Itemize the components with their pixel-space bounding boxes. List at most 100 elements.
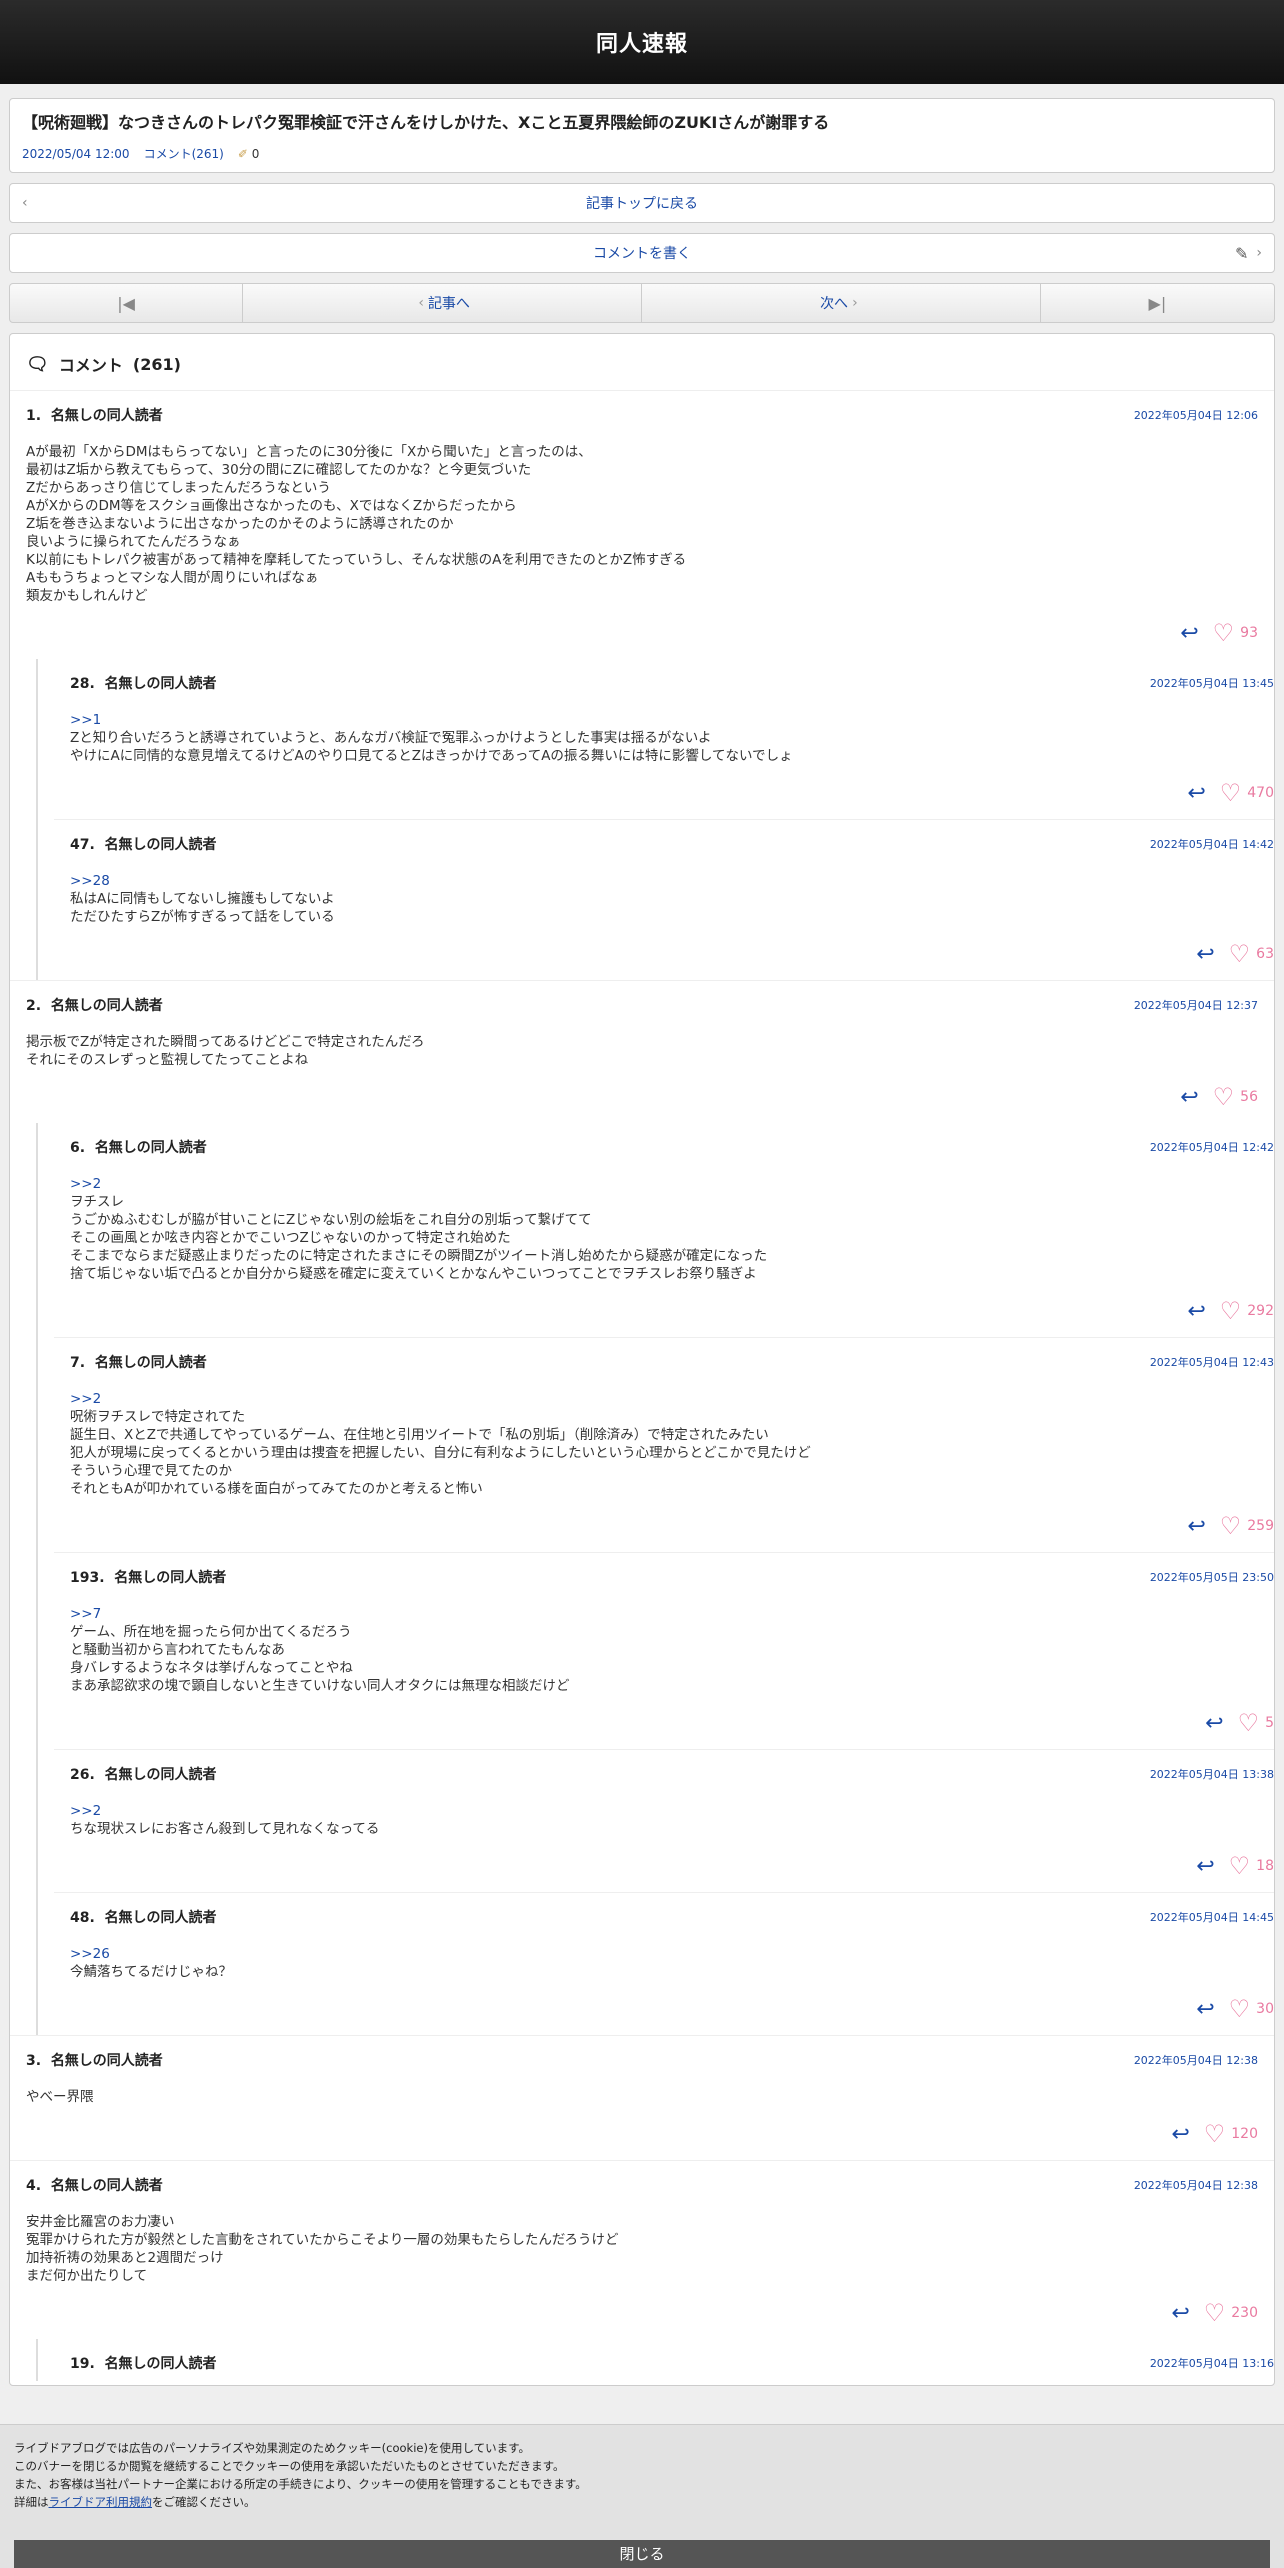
comment-body: 掲示板でZが特定された瞬間ってあるけどどこで特定されたんだろ それにそのスレずっ… — [26, 1034, 425, 1068]
reply-icon[interactable]: ↩ — [1180, 1085, 1198, 1110]
reply-icon[interactable]: ↩ — [1196, 1997, 1214, 2022]
comment-date: 2022年05月04日 13:45 — [1149, 677, 1274, 690]
prev-article-button[interactable]: ‹ 記事へ — [243, 284, 642, 322]
reply-icon[interactable]: ↩ — [1187, 781, 1205, 806]
like-button[interactable]: ♡ 470 — [1220, 779, 1274, 807]
heart-icon: ♡ — [1203, 2120, 1226, 2148]
comment: 47. 名無しの同人読者 2022年05月04日 14:42 >>28 私はAに同… — [54, 819, 1274, 980]
reply-icon[interactable]: ↩ — [1180, 621, 1198, 646]
like-count: 5 — [1265, 1715, 1274, 1731]
like-button[interactable]: ♡ 259 — [1220, 1512, 1274, 1540]
comment: 26. 名無しの同人読者 2022年05月04日 13:38 >>2 ちな現状スレ… — [54, 1749, 1274, 1892]
reply-icon[interactable]: ↩ — [1171, 2122, 1189, 2147]
reply-icon[interactable]: ↩ — [1187, 1299, 1205, 1324]
reply-icon[interactable]: ↩ — [1205, 1711, 1223, 1736]
comment: 28. 名無しの同人読者 2022年05月04日 13:45 >>1 Zと知り合い… — [54, 659, 1274, 819]
like-count: 470 — [1247, 785, 1274, 801]
like-count: 292 — [1247, 1303, 1274, 1319]
comment-number-name: 6. 名無しの同人読者 — [70, 1140, 207, 1156]
back-to-top-button[interactable]: ‹ 記事トップに戻る — [9, 183, 1275, 223]
comment: 4. 名無しの同人読者 2022年05月04日 12:38 安井金比羅宮のお力凄… — [10, 2160, 1274, 2339]
comment-number-name: 193. 名無しの同人読者 — [70, 1570, 227, 1586]
reply-icon[interactable]: ↩ — [1196, 1854, 1214, 1879]
first-page-button[interactable]: |◀ — [10, 284, 244, 322]
reply-anchor-link[interactable]: >>2 — [70, 1175, 1274, 1193]
like-count: 56 — [1240, 1089, 1258, 1105]
reply-icon[interactable]: ↩ — [1171, 2301, 1189, 2326]
write-comment-label: コメントを書く — [593, 246, 691, 262]
reply-anchor-link[interactable]: >>28 — [70, 872, 1274, 890]
heart-icon: ♡ — [1212, 619, 1235, 647]
like-button[interactable]: ♡ 230 — [1204, 2299, 1258, 2327]
comment-body: >>2 呪術ヲチスレで特定されてた 誕生日、XとZで共通してやっているゲーム、在住… — [70, 1390, 1274, 1498]
comment-count-link[interactable]: コメント(261) — [144, 145, 224, 162]
comment-number-name: 4. 名無しの同人読者 — [26, 2178, 163, 2194]
like-button[interactable]: ♡ 292 — [1220, 1297, 1274, 1325]
cookie-text-line: このバナーを閉じるか閲覧を継続することでクッキーの使用を承認いただいたものとさせ… — [14, 2459, 565, 2473]
heart-icon: ♡ — [1237, 1709, 1260, 1737]
reply-icon[interactable]: ↩ — [1187, 1514, 1205, 1539]
like-button[interactable]: ♡ 5 — [1238, 1709, 1274, 1737]
chevron-right-icon: › — [852, 295, 858, 311]
last-page-button[interactable]: ▶| — [1041, 284, 1274, 322]
first-page-icon: |◀ — [117, 293, 135, 313]
site-title[interactable]: 同人速報 — [596, 26, 688, 58]
comment-number-name: 2. 名無しの同人読者 — [26, 998, 163, 1014]
like-count: 230 — [1231, 2305, 1258, 2321]
reply-anchor-link[interactable]: >>7 — [70, 1605, 1274, 1623]
comment-body: Aが最初「XからDMはもらってない」と言ったのに30分後に「Xから聞いた」と言っ… — [26, 444, 687, 604]
comment-body: >>7 ゲーム、所在地を掘ったら何か出てくるだろう と騒動当初から言われてたもんな… — [70, 1605, 1274, 1695]
comment: 48. 名無しの同人読者 2022年05月04日 14:45 >>26 今鯖落ちて… — [54, 1892, 1274, 2035]
terms-link[interactable]: ライブドア利用規約 — [49, 2495, 153, 2509]
reply-thread: 6. 名無しの同人読者 2022年05月04日 12:42 >>2 ヲチスレ うご… — [36, 1123, 1274, 2035]
comment: 193. 名無しの同人読者 2022年05月05日 23:50 >>7 ゲーム、所… — [54, 1552, 1274, 1749]
next-article-button[interactable]: 次へ › — [642, 284, 1041, 322]
like-button[interactable]: ♡ 18 — [1229, 1852, 1274, 1880]
heart-icon: ♡ — [1212, 1083, 1235, 1111]
back-to-top-label: 記事トップに戻る — [586, 196, 698, 212]
comment: 7. 名無しの同人読者 2022年05月04日 12:43 >>2 呪術ヲチスレで… — [54, 1337, 1274, 1552]
article-date: 2022/05/04 12:00 — [22, 146, 130, 161]
comment-number-name: 19. 名無しの同人読者 — [70, 2356, 217, 2372]
like-count: 259 — [1247, 1518, 1274, 1534]
cookie-close-button[interactable]: 閉じる — [14, 2540, 1270, 2568]
like-button[interactable]: ♡ 120 — [1204, 2120, 1258, 2148]
heart-icon: ♡ — [1219, 1512, 1242, 1540]
like-button[interactable]: ♡ 93 — [1213, 619, 1258, 647]
comment-date: 2022年05月04日 12:38 — [1133, 2054, 1258, 2067]
like-count: 120 — [1231, 2126, 1258, 2142]
reply-anchor-link[interactable]: >>2 — [70, 1802, 1274, 1820]
write-comment-button[interactable]: コメントを書く ✎ › — [9, 233, 1275, 273]
reply-anchor-link[interactable]: >>2 — [70, 1390, 1274, 1408]
like-button[interactable]: ♡ 56 — [1213, 1083, 1258, 1111]
comment-date: 2022年05月04日 12:43 — [1149, 1356, 1274, 1369]
comment-number-name: 26. 名無しの同人読者 — [70, 1767, 217, 1783]
like-count: 93 — [1240, 625, 1258, 641]
reply-anchor-link[interactable]: >>1 — [70, 711, 1274, 729]
reply-icon[interactable]: ↩ — [1196, 942, 1214, 967]
comment-body: >>2 ヲチスレ うごかぬふむむしが脇が甘いことにZじゃない別の絵垢をこれ自分の別… — [70, 1175, 1274, 1283]
last-page-icon: ▶| — [1148, 293, 1167, 313]
comment-number-name: 7. 名無しの同人読者 — [70, 1355, 207, 1371]
comment: 3. 名無しの同人読者 2022年05月04日 12:38 やべー界隈 ↩ ♡ 1… — [10, 2035, 1274, 2160]
comment-date: 2022年05月04日 14:45 — [1149, 1911, 1274, 1924]
reply-anchor-link[interactable]: >>26 — [70, 1945, 1274, 1963]
article-pager: |◀ ‹ 記事へ 次へ › ▶| — [9, 283, 1275, 323]
article-title: 【呪術廻戦】なつきさんのトレパク冤罪検証で汗さんをけしかけた、Xこと五夏界隈絵師… — [22, 113, 830, 132]
chevron-left-icon: ‹ — [418, 295, 424, 311]
cookie-text-line: ライブドアブログでは広告のパーソナライズや効果測定のためクッキー(cookie)… — [14, 2441, 530, 2455]
heart-icon: ♡ — [1228, 940, 1251, 968]
comment-number-name: 48. 名無しの同人読者 — [70, 1910, 217, 1926]
cookie-banner: ライブドアブログでは広告のパーソナライズや効果測定のためクッキー(cookie)… — [0, 2424, 1284, 2568]
article-count: ✐ 0 — [237, 146, 260, 161]
comment-body: >>28 私はAに同情もしてないし擁護もしてないよ ただひたすらZが怖すぎるって話… — [70, 872, 1274, 926]
like-button[interactable]: ♡ 63 — [1229, 940, 1274, 968]
comment-body: やべー界隈 — [26, 2089, 94, 2105]
comment: 6. 名無しの同人読者 2022年05月04日 12:42 >>2 ヲチスレ うご… — [54, 1123, 1274, 1337]
like-button[interactable]: ♡ 30 — [1229, 1995, 1274, 2023]
comments-section: 🗨 コメント (261) 1. 名無しの同人読者 2022年05月04日 12:… — [9, 333, 1275, 2386]
comment-body: >>1 Zと知り合いだろうと誘導されていようと、あんなガバ検証で冤罪ふっかけようと… — [70, 711, 1274, 765]
pencil-icon: ✐ — [237, 146, 248, 161]
like-count: 18 — [1256, 1858, 1274, 1874]
comment: 2. 名無しの同人読者 2022年05月04日 12:37 掲示板でZが特定され… — [10, 980, 1274, 1123]
